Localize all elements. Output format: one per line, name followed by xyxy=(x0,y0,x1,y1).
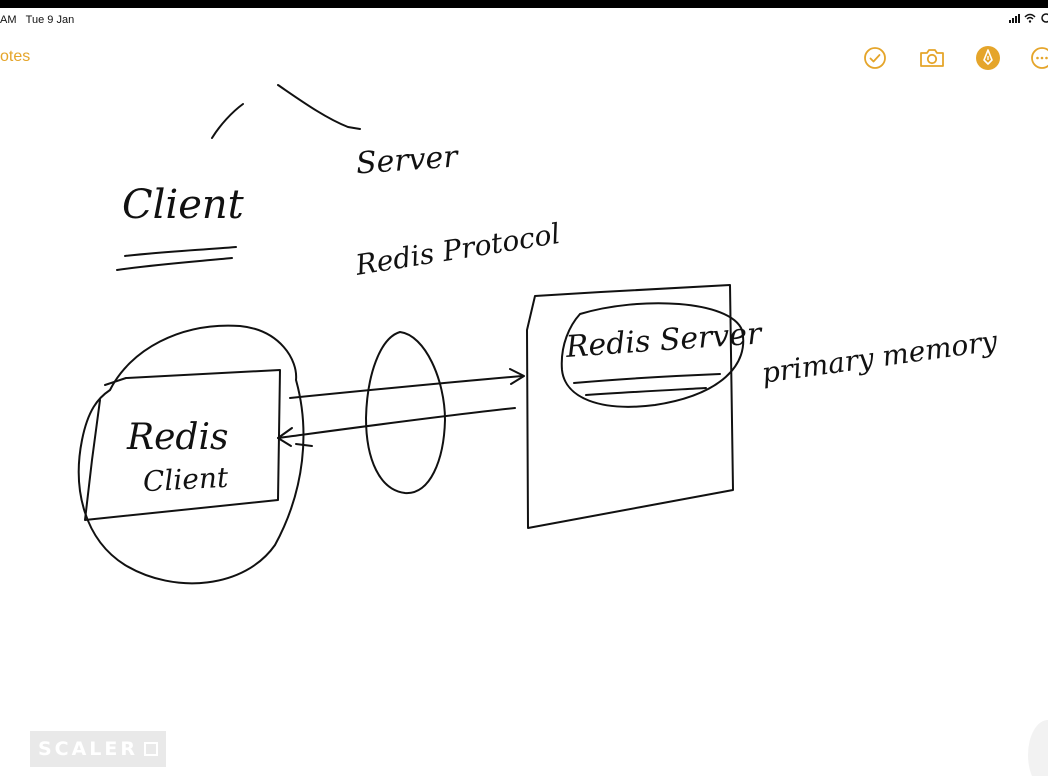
more-ellipsis-icon xyxy=(1031,47,1048,69)
status-time: AM Tue 9 Jan xyxy=(0,14,74,26)
status-clock: AM xyxy=(0,14,17,26)
label-client: Client xyxy=(122,182,244,228)
redis-server-underline-2 xyxy=(585,387,707,396)
camera-button[interactable] xyxy=(917,44,947,72)
checkmark-circle-icon xyxy=(864,47,886,69)
label-primary-memory: primary memory xyxy=(759,324,1000,390)
markup-pen-icon xyxy=(976,46,1000,70)
markup-button[interactable] xyxy=(974,44,1002,72)
camera-icon xyxy=(920,49,944,67)
status-date: Tue 9 Jan xyxy=(25,14,75,26)
status-indicators xyxy=(1009,13,1048,23)
redis-server-underline-1 xyxy=(573,373,721,384)
stroke-branch-right xyxy=(277,84,361,130)
notes-toolbar: otes xyxy=(0,38,1048,78)
checklist-button[interactable] xyxy=(861,44,889,72)
client-underline-1 xyxy=(124,246,237,257)
wifi-icon xyxy=(1024,13,1036,23)
battery-icon xyxy=(1041,13,1048,23)
client-underline-2 xyxy=(116,257,233,271)
arrow-head-left xyxy=(277,427,293,447)
status-bar: AM Tue 9 Jan xyxy=(0,8,1048,32)
arrow-tail-mark xyxy=(295,443,313,447)
arrow-head-right xyxy=(509,368,525,385)
watermark-text: SCALER xyxy=(37,738,139,760)
corner-shadow xyxy=(1028,720,1048,776)
label-redis-protocol: Redis Protocol xyxy=(353,216,563,282)
handwriting-canvas xyxy=(77,84,745,585)
protocol-ellipse xyxy=(365,331,446,495)
device-top-bezel xyxy=(0,0,1048,8)
more-button[interactable] xyxy=(1028,44,1048,72)
label-client-small: Client xyxy=(142,460,229,499)
stroke-branch-left xyxy=(211,103,244,139)
label-redis: Redis xyxy=(127,417,229,458)
back-to-notes-button[interactable]: otes xyxy=(0,48,30,66)
watermark-logo-icon xyxy=(144,742,159,756)
cellular-signal-icon xyxy=(1009,13,1020,23)
arrow-server-to-client xyxy=(277,407,516,439)
arrow-client-to-server xyxy=(289,375,523,399)
label-server: Server xyxy=(354,139,459,182)
label-redis-server: Redis Server xyxy=(564,316,763,365)
scaler-watermark: SCALER xyxy=(30,731,166,767)
